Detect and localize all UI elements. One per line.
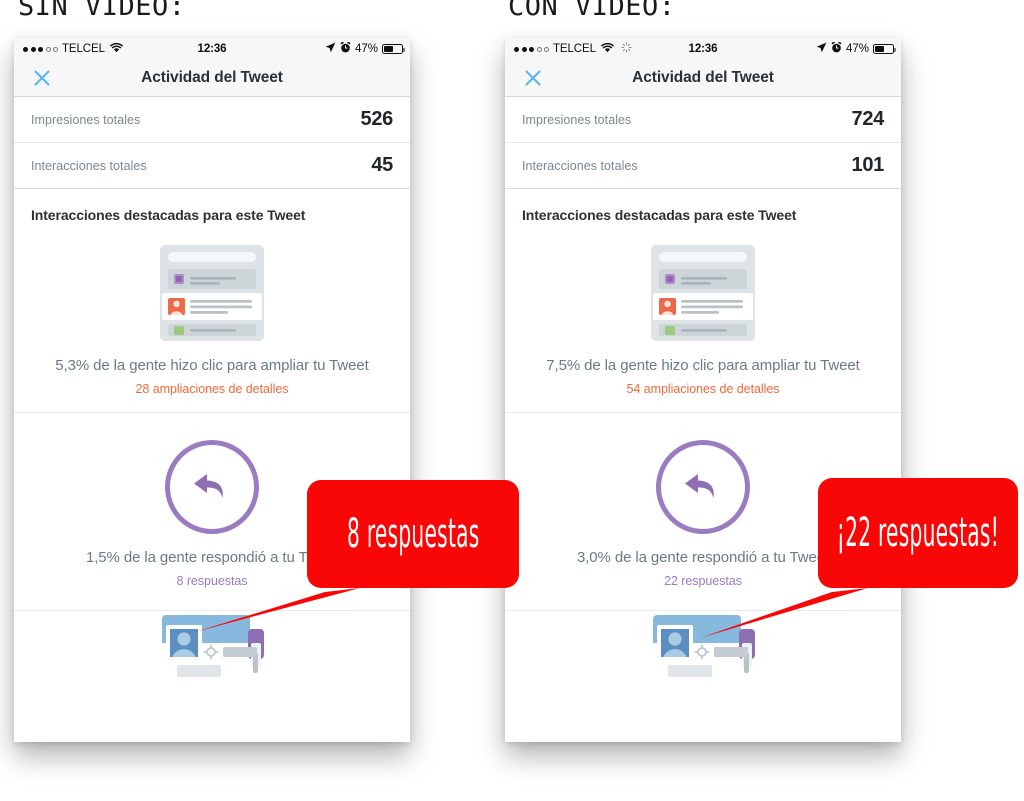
callout-bubble: ¡22 respuestas! — [818, 478, 1018, 588]
status-bar-left: TELCEL — [23, 42, 123, 56]
battery-icon — [382, 44, 406, 54]
comparison-stage: SIN VIDEO: CON VIDEO: TELCEL 12:36 47% A… — [0, 0, 1024, 801]
callout-bubble: 8 respuestas — [307, 480, 519, 588]
section-title: Interacciones destacadas para este Tweet — [505, 189, 901, 237]
status-bar-left: TELCEL — [514, 42, 632, 56]
signal-strength-icon — [23, 46, 58, 52]
wifi-icon — [110, 42, 123, 56]
page-title: Actividad del Tweet — [141, 69, 283, 86]
status-bar: TELCEL 12:36 47% — [505, 38, 901, 60]
stat-value: 526 — [360, 108, 394, 130]
location-arrow-icon — [325, 42, 336, 56]
stat-row-impressions[interactable]: Impresiones totales 526 — [14, 97, 410, 142]
card-detail-link[interactable]: 28 ampliaciones de detalles — [14, 382, 410, 396]
status-bar: TELCEL 12:36 47% — [14, 38, 410, 60]
nav-bar: Actividad del Tweet — [14, 60, 410, 97]
status-bar-right: 47% — [325, 41, 406, 56]
reply-circle-icon — [165, 440, 259, 534]
alarm-clock-icon — [340, 41, 351, 56]
card-headline: 7,5% de la gente hizo clic para ampliar … — [546, 357, 860, 374]
stat-label: Impresiones totales — [522, 112, 632, 127]
location-arrow-icon — [816, 42, 827, 56]
caption-sin-video: SIN VIDEO: — [18, 0, 186, 22]
stat-label: Interacciones totales — [522, 158, 638, 173]
tweet-expand-illustration — [14, 239, 410, 347]
stat-row-engagements[interactable]: Interacciones totales 101 — [505, 142, 901, 188]
status-bar-right: 47% — [816, 41, 897, 56]
interaction-card-profile[interactable] — [14, 610, 410, 689]
section-title: Interacciones destacadas para este Tweet — [14, 189, 410, 237]
phone-screenshot-con-video: TELCEL 12:36 47% Actividad del Tweet Imp… — [505, 38, 901, 742]
nav-bar: Actividad del Tweet — [505, 60, 901, 97]
interaction-card-expands[interactable]: 5,3% de la gente hizo clic para ampliar … — [14, 237, 410, 412]
wifi-icon — [601, 42, 614, 56]
signal-strength-icon — [514, 46, 549, 52]
profile-card-illustration — [505, 613, 901, 689]
profile-card-illustration — [14, 613, 410, 689]
page-title: Actividad del Tweet — [632, 69, 774, 86]
carrier-name: TELCEL — [62, 43, 105, 55]
stat-value: 724 — [851, 108, 885, 130]
spinner-icon — [621, 42, 632, 56]
alarm-clock-icon — [831, 41, 842, 56]
close-icon[interactable] — [32, 68, 52, 88]
callout-label: 8 respuestas — [346, 511, 480, 557]
tweet-expand-illustration — [505, 239, 901, 347]
interaction-card-expands[interactable]: 7,5% de la gente hizo clic para ampliar … — [505, 237, 901, 412]
battery-percent: 47% — [354, 43, 378, 55]
stat-label: Impresiones totales — [31, 112, 141, 127]
callout-replies-sin-video: 8 respuestas — [195, 480, 519, 632]
callout-label: ¡22 respuestas! — [836, 510, 1000, 556]
battery-icon — [873, 44, 897, 54]
stat-row-impressions[interactable]: Impresiones totales 724 — [505, 97, 901, 142]
stat-row-engagements[interactable]: Interacciones totales 45 — [14, 142, 410, 188]
card-headline: 5,3% de la gente hizo clic para ampliar … — [55, 357, 369, 374]
phone-screenshot-sin-video: TELCEL 12:36 47% Actividad del Tweet Imp… — [14, 38, 410, 742]
callout-replies-con-video: ¡22 respuestas! — [700, 478, 1018, 638]
caption-con-video: CON VIDEO: — [508, 0, 676, 22]
carrier-name: TELCEL — [553, 43, 596, 55]
battery-percent: 47% — [845, 43, 869, 55]
stat-value: 101 — [851, 154, 885, 176]
stat-value: 45 — [371, 154, 393, 176]
card-detail-link[interactable]: 54 ampliaciones de detalles — [505, 382, 901, 396]
close-icon[interactable] — [523, 68, 543, 88]
stat-label: Interacciones totales — [31, 158, 147, 173]
interaction-card-profile[interactable] — [505, 610, 901, 689]
reply-circle-icon — [656, 440, 750, 534]
